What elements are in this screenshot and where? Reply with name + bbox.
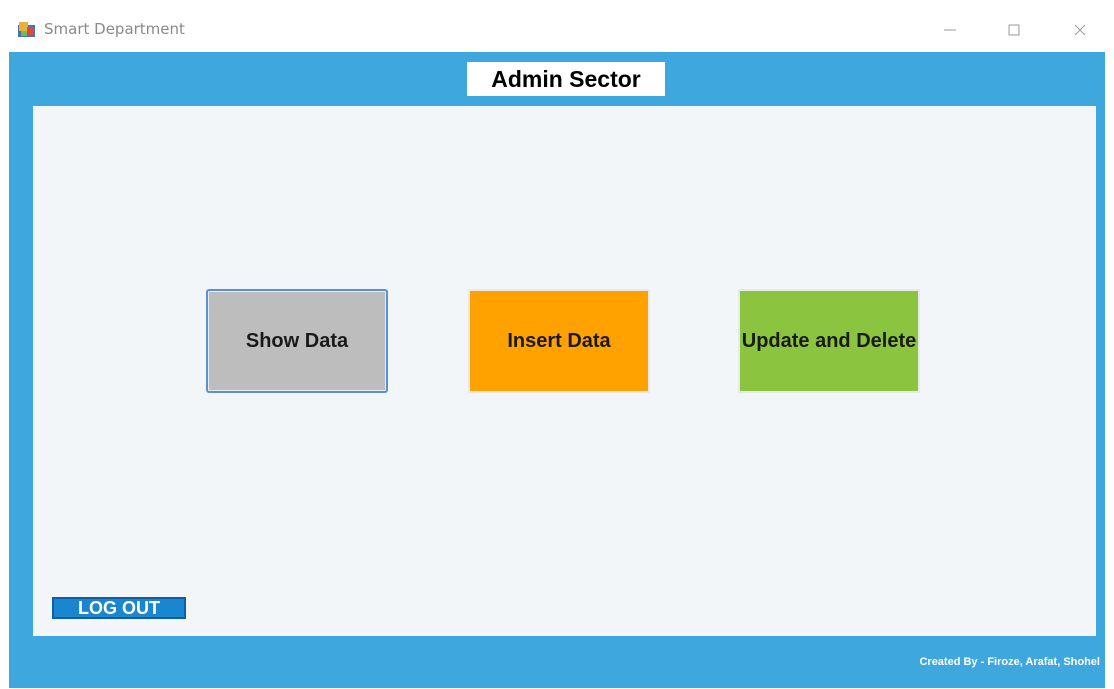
- title-bar: Smart Department: [0, 0, 1114, 52]
- app-window: Smart Department Admin Sector Show Data …: [0, 0, 1114, 689]
- close-button[interactable]: [1058, 14, 1102, 46]
- footer-credit: Created By - Firoze, Arafat, Shohel: [919, 656, 1100, 668]
- app-window-icon: [18, 22, 35, 37]
- insert-data-button[interactable]: Insert Data: [468, 289, 650, 393]
- show-data-button[interactable]: Show Data: [206, 289, 388, 393]
- minimize-icon: [944, 29, 956, 31]
- maximize-icon: [1008, 24, 1020, 36]
- logout-button[interactable]: LOG OUT: [52, 597, 186, 619]
- page-title: Admin Sector: [467, 62, 665, 96]
- close-icon: [1074, 24, 1086, 36]
- window-title: Smart Department: [44, 20, 185, 38]
- minimize-button[interactable]: [928, 14, 972, 46]
- maximize-button[interactable]: [992, 14, 1036, 46]
- update-delete-button[interactable]: Update and Delete: [738, 289, 920, 393]
